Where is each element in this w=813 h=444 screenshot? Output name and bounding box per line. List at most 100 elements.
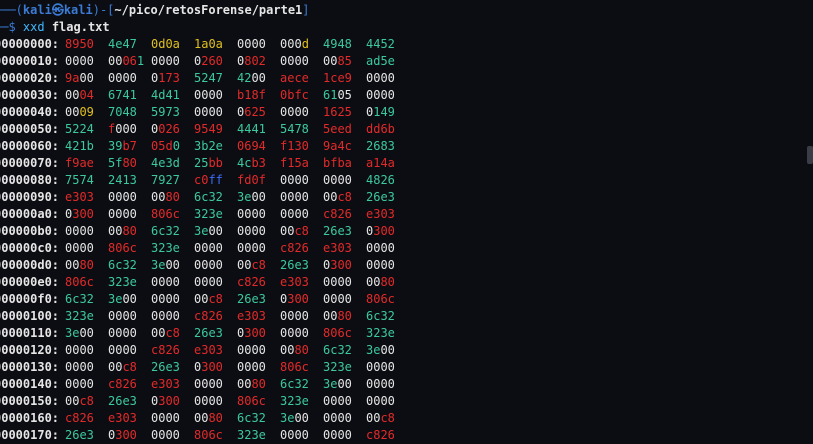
hex-chunk: 0000 [366, 88, 395, 102]
hex-chunk: 6c32 [194, 190, 223, 204]
hex-group: 4d41 [151, 87, 194, 104]
hex-group: 6c32 [194, 189, 237, 206]
hex-chunk: 0000 [194, 377, 223, 391]
row-hex-bytes: 7574 2413 7927 c0ff fd0f 0000 0000 4826 [65, 172, 410, 189]
hex-group: 0000 [366, 393, 409, 410]
hex-chunk: 3e [194, 224, 209, 238]
hexdump: 00000000: 8950 4e47 0d0a 1a0a 0000 000d 4948 445… [0, 36, 794, 444]
hex-group: 0000 [323, 274, 366, 291]
hex-chunk: 39 [108, 139, 123, 153]
hex-group: 5f80 [108, 155, 151, 172]
hexdump-row: 00000120: 0000 0000 c826 e303 0000 0080 6c32 3e0… [0, 342, 794, 359]
hex-chunk: 806c [151, 207, 180, 221]
hex-chunk: 0bfc [280, 88, 309, 102]
hex-chunk: 5247 [194, 71, 223, 85]
hex-chunk: 80 [380, 275, 395, 289]
hex-chunk: 5973 [151, 105, 180, 119]
row-offset: 00000060: [0, 139, 60, 153]
hex-group: 00061 [108, 53, 151, 70]
scrollbar-handle[interactable] [807, 146, 813, 164]
hex-group: 0000 [65, 53, 108, 70]
hex-group: 3e00 [194, 223, 237, 240]
hex-group: 0000 [151, 291, 194, 308]
hex-chunk: 42 [237, 71, 252, 85]
hex-chunk: 300 [72, 207, 94, 221]
hex-group: aece [280, 70, 323, 87]
hex-group: 0000 [194, 393, 237, 410]
hex-chunk: a14a [366, 156, 395, 170]
hex-chunk: 26e3 [366, 190, 395, 204]
hex-chunk: 0000 [194, 394, 223, 408]
row-hex-bytes: c826 e303 0000 0080 6c32 3e00 0000 00c8 [65, 410, 410, 427]
hex-chunk: b3 [251, 156, 266, 170]
hex-chunk: 0000 [194, 105, 223, 119]
hex-chunk: 026 [158, 122, 180, 136]
hex-chunk: 3e [65, 326, 80, 340]
hex-group: 0080 [108, 223, 151, 240]
hex-group: 0000 [151, 410, 194, 427]
hex-chunk: 6741 [108, 88, 137, 102]
row-hex-bytes: 0004 6741 4d41 0000 b18f 0bfc 6105 0000 [65, 87, 410, 104]
hex-chunk: ad5e [366, 54, 395, 68]
command-line: └─$ xxd flag.txt [0, 19, 794, 36]
hex-group: 0080 [237, 376, 280, 393]
row-offset: 00000080: [0, 173, 60, 187]
row-offset: 000000c0: [0, 241, 60, 255]
hex-group: 0000 [151, 53, 194, 70]
hex-group: 806c [323, 325, 366, 342]
hex-chunk: 0000 [323, 411, 352, 425]
hex-chunk: 26e3 [323, 224, 352, 238]
hex-chunk: ff [208, 173, 223, 187]
hex-chunk: 0000 [65, 377, 94, 391]
hex-group: 0000 [280, 189, 323, 206]
row-offset: 00000000: [0, 37, 60, 51]
hex-group: 0260 [194, 53, 237, 70]
hex-chunk: 0000 [151, 292, 180, 306]
hex-chunk: 300 [158, 394, 180, 408]
hex-chunk: 00 [294, 411, 309, 425]
hex-group: 0000 [65, 342, 108, 359]
row-offset: 000000b0: [0, 224, 60, 238]
hexdump-row: 00000070: f9ae 5f80 4e3d 25bb 4cb3 f15a bfba a14… [0, 155, 794, 172]
hex-group: e303 [151, 376, 194, 393]
hex-group: 0000 [366, 70, 409, 87]
hex-group: 00c8 [323, 189, 366, 206]
hex-chunk: 6c32 [366, 309, 395, 323]
hex-chunk: 00 [108, 54, 123, 68]
prompt-at-symbol: ㉿ [51, 3, 64, 17]
hex-group: dd6b [366, 121, 409, 138]
hex-chunk: 00 [337, 377, 352, 391]
hex-chunk: e303 [151, 377, 180, 391]
hex-group: 323e [280, 393, 323, 410]
row-offset: 00000010: [0, 54, 60, 68]
hex-chunk: 3e [237, 190, 252, 204]
hex-group: 0000 [194, 240, 237, 257]
hex-chunk: 0000 [108, 71, 137, 85]
hex-group: 6c32 [366, 308, 409, 325]
hex-chunk: 4d41 [151, 88, 180, 102]
row-offset: 00000090: [0, 190, 60, 204]
hex-chunk: 26e3 [237, 292, 266, 306]
hex-group: 0000 [151, 427, 194, 444]
hex-group: c0ff [194, 172, 237, 189]
hex-chunk: 00 [280, 224, 295, 238]
hex-chunk: 300 [244, 326, 266, 340]
hex-chunk: 80 [208, 411, 223, 425]
hex-group: 323e [65, 308, 108, 325]
hex-chunk: 26e3 [65, 428, 94, 442]
hex-group: 323e [108, 274, 151, 291]
hex-chunk: e303 [237, 309, 266, 323]
hex-group: 6c32 [280, 376, 323, 393]
hex-group: e303 [237, 308, 280, 325]
hex-group: 0149 [366, 104, 409, 121]
hex-group: 0000 [323, 410, 366, 427]
hex-group: 0000 [194, 257, 237, 274]
hexdump-row: 00000100: 323e 0000 0000 c826 e303 0000 0080 6c3… [0, 308, 794, 325]
hex-group: 806c [151, 206, 194, 223]
row-hex-bytes: 806c 323e 0000 0000 c826 e303 0000 0080 [65, 274, 410, 291]
hex-group: 4826 [366, 172, 409, 189]
hex-group: 00c8 [194, 291, 237, 308]
hex-group: 3e00 [65, 325, 108, 342]
hex-chunk: 0000 [237, 224, 266, 238]
hex-group: 0004 [65, 87, 108, 104]
